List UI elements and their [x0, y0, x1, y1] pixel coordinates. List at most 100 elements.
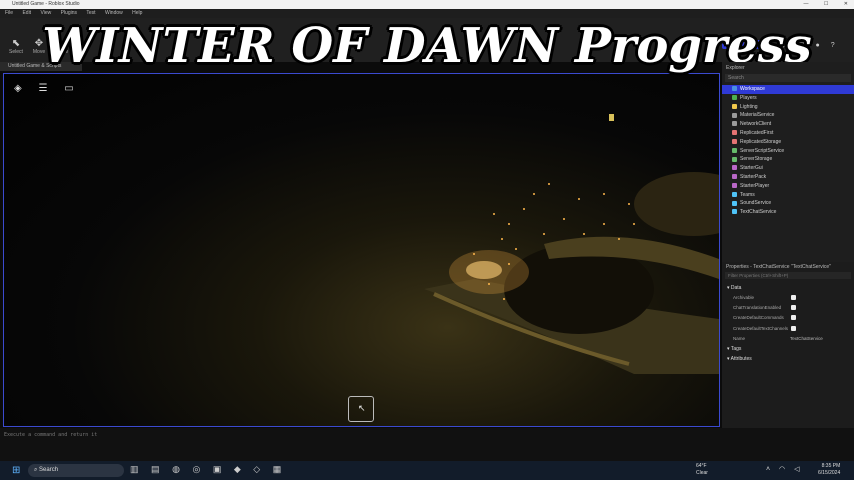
service-icon	[732, 165, 737, 171]
app-icon[interactable]: ▦	[273, 464, 282, 474]
steam-icon[interactable]: ◎	[192, 464, 200, 474]
taskbar-search-label: Search	[39, 467, 59, 473]
properties-body: ▾ Data Archivable ChatTranslationEnabled Cr…	[722, 283, 854, 364]
service-icon	[732, 174, 737, 180]
chevron-up-icon[interactable]: ˄	[766, 466, 770, 473]
explorer-item[interactable]: NetworkClient	[722, 120, 854, 129]
explorer-item[interactable]: Workspace	[722, 85, 854, 94]
property-checkbox[interactable]	[791, 295, 796, 300]
explorer-item[interactable]: MaterialService	[722, 111, 854, 120]
property-row[interactable]: CreateDefaultTextChannels	[722, 324, 854, 334]
explorer-panel: Explorer Search Workspace Players Lighting…	[722, 62, 854, 262]
maximize-button[interactable]: ☐	[824, 1, 828, 7]
windows-start-icon[interactable]: ⊞	[12, 465, 20, 476]
properties-section-header[interactable]: ▾ Data	[722, 283, 854, 293]
viewport-controls: ◈ ☰ ▭	[14, 83, 88, 94]
menu-plugins[interactable]: Plugins	[61, 10, 77, 16]
explorer-item-label: StarterPlayer	[740, 182, 770, 189]
weather-desc: Clear	[696, 470, 708, 476]
explorer-item-label: ServerScriptService	[740, 147, 785, 154]
menu-window[interactable]: Window	[105, 10, 123, 16]
explorer-item[interactable]: StarterPlayer	[722, 182, 854, 191]
command-bar[interactable]: Execute a command and return it	[0, 428, 854, 461]
explorer-item[interactable]: SoundService	[722, 199, 854, 208]
explorer-item-label: ReplicatedStorage	[740, 138, 782, 145]
explorer-item[interactable]: StarterGui	[722, 164, 854, 173]
explorer-item[interactable]: Teams	[722, 191, 854, 200]
explorer-item[interactable]: Players	[722, 94, 854, 103]
windows-taskbar: ⊞ ⌕ Search ▥ ▤ ◍ ◎ ▣ ◆ ◇ ▦ 64°F Clear ˄ …	[0, 461, 854, 480]
menu-bar: File Edit View Plugins Test Window Help	[0, 9, 854, 18]
weather-widget[interactable]: 64°F Clear	[696, 463, 708, 477]
explorer-item-label: SoundService	[740, 200, 772, 207]
property-row[interactable]: Name TextChatService	[722, 334, 854, 344]
wifi-icon[interactable]: ◠	[779, 466, 785, 473]
explorer-item-label: ReplicatedFirst	[740, 129, 774, 136]
explorer-item[interactable]: ReplicatedStorage	[722, 138, 854, 147]
service-icon	[732, 86, 737, 92]
explorer-tree: Workspace Players Lighting MaterialService N…	[722, 85, 854, 217]
explorer-header: Explorer	[726, 65, 745, 71]
cursor-icon: ↖	[358, 403, 366, 413]
properties-filter-input[interactable]: Filter Properties (Ctrl+Shift+P)	[725, 272, 851, 279]
properties-section-header[interactable]: ▾ Tags	[722, 344, 854, 354]
menu-view[interactable]: View	[40, 10, 51, 16]
menu-edit[interactable]: Edit	[22, 10, 31, 16]
explorer-item[interactable]: TextChatService	[722, 208, 854, 217]
volume-icon[interactable]: ◁	[794, 466, 799, 473]
window-titlebar: Untitled Game - Roblox Studio — ☐ ✕	[0, 0, 854, 9]
explorer-item[interactable]: StarterPack	[722, 173, 854, 182]
property-row[interactable]: ChatTranslationEnabled	[722, 303, 854, 313]
service-icon	[732, 209, 737, 215]
explorer-item-label: Players	[740, 94, 757, 101]
explorer-item-label: Workspace	[740, 86, 765, 92]
game-viewport[interactable]: ◈ ☰ ▭ ↖	[3, 73, 720, 427]
property-checkbox[interactable]	[791, 315, 796, 321]
roblox-menu-icon[interactable]: ◈	[14, 83, 22, 94]
property-row[interactable]: CreateDefaultCommands	[722, 313, 854, 323]
explorer-item-label: Lighting	[740, 103, 758, 110]
task-view-icon[interactable]: ▥	[130, 464, 139, 474]
taskbar-apps: ▥ ▤ ◍ ◎ ▣ ◆ ◇ ▦	[130, 464, 291, 475]
explorer-item[interactable]: ServerScriptService	[722, 147, 854, 156]
chat-icon[interactable]: ▭	[64, 83, 73, 94]
file-explorer-icon[interactable]: ▤	[151, 464, 160, 474]
property-value[interactable]: TextChatService	[790, 334, 823, 344]
explorer-item[interactable]: ReplicatedFirst	[722, 129, 854, 138]
menu-file[interactable]: File	[5, 10, 13, 16]
explorer-item[interactable]: Lighting	[722, 103, 854, 112]
menu-test[interactable]: Test	[86, 10, 95, 16]
service-icon	[732, 138, 737, 144]
rock-shape	[634, 172, 719, 236]
property-label: CreateDefaultTextChannels	[733, 325, 789, 331]
property-checkbox[interactable]	[791, 325, 796, 331]
explorer-item-label: MaterialService	[740, 112, 775, 119]
properties-section-header[interactable]: ▾ Attributes	[722, 354, 854, 364]
cursor-indicator: ↖	[348, 396, 374, 422]
menu-help[interactable]: Help	[132, 10, 142, 16]
clock-date: 6/15/2024	[818, 470, 841, 476]
minimize-button[interactable]: —	[804, 1, 809, 7]
explorer-item-label: NetworkClient	[740, 121, 772, 128]
command-bar-placeholder: Execute a command and return it	[4, 432, 98, 438]
properties-panel: Properties - TextChatService "TextChatSe…	[722, 262, 854, 428]
service-icon	[732, 130, 737, 136]
property-row[interactable]: Archivable	[722, 293, 854, 303]
hamburger-menu-icon[interactable]: ☰	[38, 83, 47, 94]
service-icon	[732, 147, 737, 153]
taskbar-search[interactable]: ⌕ Search	[28, 464, 124, 477]
folder-icon[interactable]: ▣	[213, 464, 222, 474]
roblox-studio-icon[interactable]: ◇	[253, 464, 260, 474]
roblox-icon[interactable]: ◆	[234, 464, 241, 474]
explorer-item-label: StarterGui	[740, 165, 763, 172]
taskbar-clock[interactable]: 8:35 PM 6/15/2024	[818, 463, 840, 477]
explorer-item-label: StarterPack	[740, 173, 767, 180]
weather-temp: 64°F	[696, 463, 707, 469]
explorer-item[interactable]: ServerStorage	[722, 155, 854, 164]
explorer-search-input[interactable]: Search	[725, 74, 851, 82]
service-icon	[732, 112, 737, 118]
property-checkbox[interactable]	[791, 305, 796, 311]
close-button[interactable]: ✕	[844, 1, 848, 7]
browser-icon[interactable]: ◍	[172, 464, 180, 474]
scene-render	[424, 114, 719, 374]
